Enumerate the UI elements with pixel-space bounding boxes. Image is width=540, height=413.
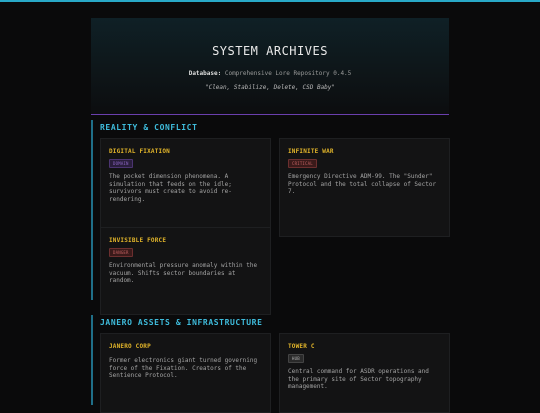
card-description: Emergency Directive ADM-99. The "Sunder"… [288, 173, 437, 195]
section-marker-reality [91, 120, 93, 300]
card-badge: DANGER [109, 248, 133, 257]
database-value: Comprehensive Lore Repository 0.4.5 [224, 70, 352, 77]
card-digital-fixation[interactable]: DIGITAL FIXATION DOMAIN The pocket dimen… [100, 138, 271, 228]
card-infinite-war[interactable]: INFINITE WAR CRITICAL Emergency Directiv… [279, 138, 450, 237]
page-title: SYSTEM ARCHIVES [212, 44, 328, 58]
card-title: DIGITAL FIXATION [109, 148, 170, 155]
card-title: INFINITE WAR [288, 148, 334, 155]
card-tower-c[interactable]: TOWER C HUB Central command for ASDR ope… [279, 333, 450, 413]
card-badge: HUB [288, 354, 304, 363]
card-description: The pocket dimension phenomena. A simula… [109, 173, 232, 203]
card-invisible-force[interactable]: INVISIBLE FORCE DANGER Environmental pre… [100, 227, 271, 315]
section-title-janero: JANERO ASSETS & INFRASTRUCTURE [100, 318, 263, 327]
card-title: TOWER C [288, 343, 315, 350]
top-accent-line [0, 0, 540, 2]
section-title-reality: REALITY & CONFLICT [100, 123, 198, 132]
card-badge: DOMAIN [109, 159, 133, 168]
section-marker-janero [91, 315, 93, 405]
card-description: Environmental pressure anomaly within th… [109, 262, 258, 284]
card-title: INVISIBLE FORCE [109, 237, 167, 244]
card-janero-corp[interactable]: JANERO CORP Former electronics giant tur… [100, 333, 271, 413]
card-title: JANERO CORP [109, 343, 151, 350]
card-description: Former electronics giant turned governin… [109, 357, 258, 379]
database-info: Database: Comprehensive Lore Repository … [91, 70, 449, 77]
header-divider [91, 114, 449, 115]
card-description: Central command for ASDR operations and … [288, 368, 429, 390]
database-label: Database: [188, 70, 222, 77]
header-quote: "Clean, Stabilize, Delete, CSD Baby" [204, 84, 336, 91]
card-badge: CRITICAL [288, 159, 317, 168]
archive-header: SYSTEM ARCHIVES Database: Comprehensive … [91, 18, 449, 114]
